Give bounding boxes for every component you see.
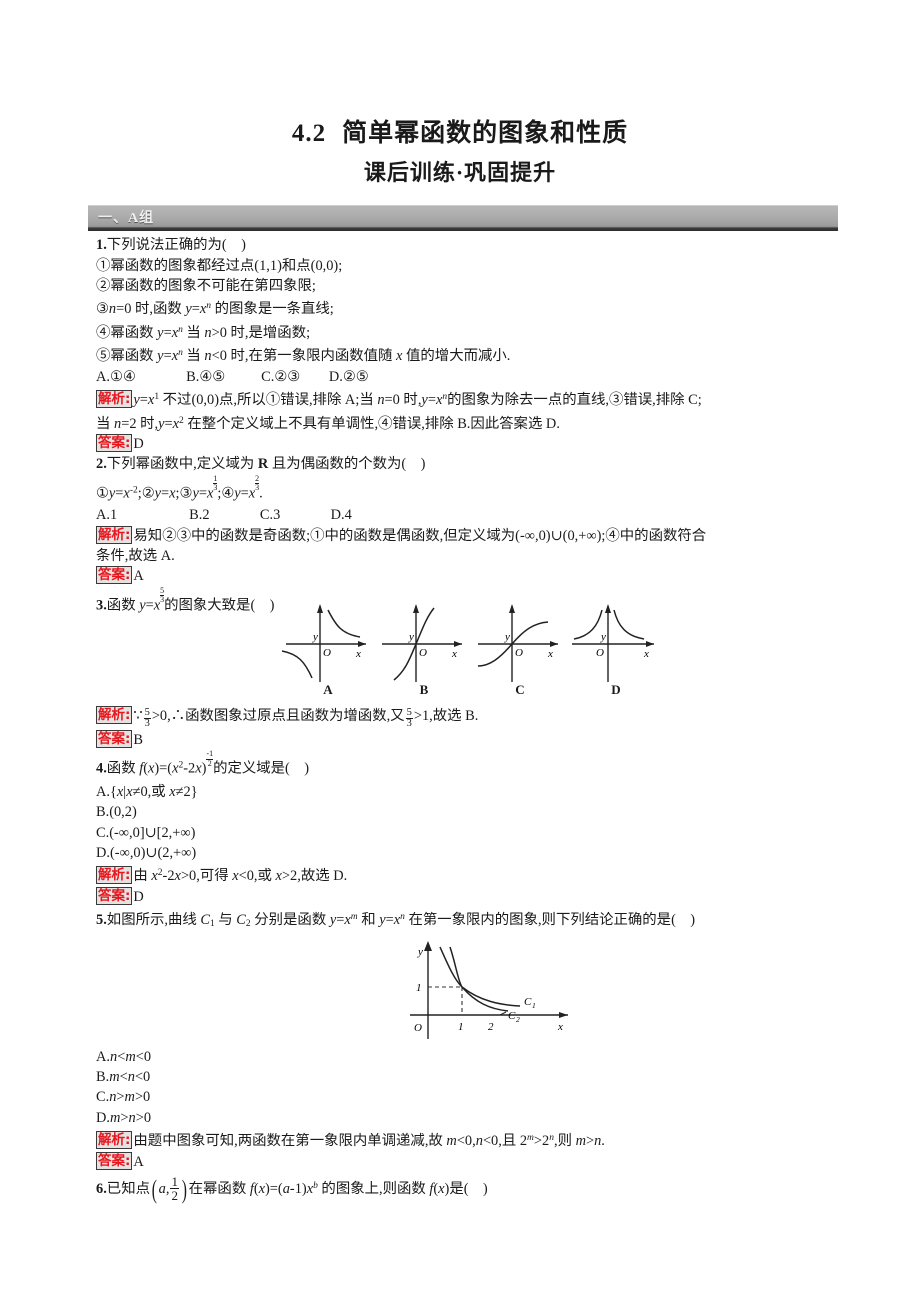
question-5-stem: 5.如图所示,曲线 C1 与 C2 分别是函数 y=xm 和 y=xn 在第一象… [96, 912, 696, 930]
page-title-block: 4.2 简单幂函数的图象和性质 课后训练·巩固提升 [0, 0, 920, 187]
svg-text:O: O [515, 647, 523, 659]
question-4-option-d: D.(-∞,0)∪(2,+∞) [96, 844, 197, 861]
question-3-answer: 答案: B [96, 729, 842, 750]
question-1-number: 1. [96, 237, 107, 254]
question-5-answer: 答案: A [96, 1151, 842, 1172]
svg-text:y: y [312, 631, 318, 643]
figure-option-c-label: C [515, 681, 525, 697]
question-4-answer-value: D [133, 888, 144, 905]
answer-label: 答案: [96, 1151, 133, 1170]
svg-text:O: O [596, 647, 604, 659]
svg-text:x: x [355, 648, 361, 660]
svg-text:x: x [557, 1021, 563, 1033]
graph-question-5: 1 1 2 O y x C 1 C 2 [410, 940, 568, 1039]
question-4-option-a: A.{x|x≠0,或 x≠2} [96, 783, 198, 800]
exercise-page: 4.2 简单幂函数的图象和性质 课后训练·巩固提升 一、A组 1.下列说法正确的为… [0, 0, 920, 1302]
figure-option-a: y O x A [280, 596, 376, 700]
analysis-label: 解析: [96, 1131, 133, 1150]
question-4-stem: 4.函数 f(x)=(x2-2x) -1 2 的定义域是( ) [96, 749, 310, 777]
question-1-item-3: ③n=0 时,函数 y=xn 的图象是一条直线; [96, 301, 334, 318]
question-6-stem: 6.已知点(a, 1 2) 在幂函数 f(x)=(a-1)xb 的图象上,则函数 f(… [96, 1174, 488, 1204]
figure-option-a-label: A [323, 681, 333, 697]
question-6-number: 6. [96, 1181, 107, 1198]
question-1-options: A.①④ B.④⑤ C.②③ D.②⑤ [96, 368, 369, 385]
question-4-analysis: 解析: 由 x2-2x>0,可得 x<0,或 x>2,故选 D. [96, 866, 348, 885]
analysis-label: 解析: [96, 866, 133, 885]
analysis-label: 解析: [96, 525, 133, 544]
question-5-option-b: B.m<n<0 [96, 1069, 151, 1085]
svg-text:2: 2 [516, 1015, 520, 1024]
question-3-answer-value: B [133, 731, 144, 748]
svg-text:1: 1 [416, 982, 422, 994]
exercise-content: 1.下列说法正确的为( ) ①幂函数的图象都经过点(1,1)和点(0,0); ②… [96, 235, 842, 1203]
answer-label: 答案: [96, 729, 133, 748]
figure-option-b-label: B [419, 681, 429, 697]
question-5-analysis: 解析: 由题中图象可知,两函数在第一象限内单调递减,故 m<0,n<0,且 2m>… [96, 1131, 605, 1150]
question-1-item-4: ④幂函数 y=xn 当 n>0 时,是增函数; [96, 324, 311, 341]
figure-option-b: y O x B [376, 596, 472, 700]
section-number: 4.2 [291, 120, 327, 147]
figure-option-d-label: D [611, 681, 621, 697]
svg-text:O: O [414, 1022, 422, 1034]
question-2-answer: 答案: A [96, 566, 842, 586]
question-1-answer-value: D [133, 435, 144, 452]
question-1-stem: 1.下列说法正确的为( ) [96, 237, 246, 254]
question-2-options: A.1 B.2 C.3 D.4 [96, 507, 352, 524]
question-1-analysis: 解析: y=x1 不过(0,0)点,所以①错误,排除 A;当 n=0 时,y=xn… [96, 390, 702, 432]
graph-option-b: y O x [382, 604, 462, 683]
page-subtitle: 课后训练·巩固提升 [363, 160, 557, 186]
question-1-item-1: ①幂函数的图象都经过点(1,1)和点(0,0); [96, 257, 343, 274]
question-3-figures: y O x A y O x B y O x C y O x D [96, 596, 842, 704]
figure-option-c: y O x C [472, 596, 568, 700]
question-4-number: 4. [96, 760, 107, 777]
analysis-label: 解析: [96, 706, 133, 725]
svg-text:y: y [504, 631, 510, 643]
question-4-option-c: C.(-∞,0]∪[2,+∞) [96, 824, 196, 841]
question-1-item-2: ②幂函数的图象不可能在第四象限; [96, 278, 316, 295]
analysis-label: 解析: [96, 390, 133, 409]
svg-text:2: 2 [488, 1021, 494, 1033]
question-1-item-5: ⑤幂函数 y=xn 当 n<0 时,在第一象限内函数值随 x 值的增大而减小. [96, 348, 511, 365]
svg-text:O: O [419, 647, 427, 659]
svg-text:1: 1 [458, 1021, 464, 1033]
question-5-answer-value: A [133, 1153, 144, 1170]
section-title: 简单幂函数的图象和性质 [342, 120, 629, 147]
answer-label: 答案: [96, 886, 133, 905]
question-5-option-a: A.n<m<0 [96, 1048, 152, 1065]
question-3-analysis: 解析: ∵ 5 3 >0,∴函数图象过原点且函数为增函数,又 5 3 >1,故选 B. [96, 706, 479, 730]
question-2-items: ①y=x-2;②y=x;③y=x 1 3 ;④y=x 2 3. [96, 473, 263, 502]
question-2-answer-value: A [133, 568, 144, 585]
svg-text:O: O [323, 647, 331, 659]
question-2-stem: 2.下列幂函数中,定义域为 R 且为偶函数的个数为( ) [96, 456, 426, 473]
question-5-number: 5. [96, 912, 107, 929]
svg-text:y: y [408, 631, 414, 643]
svg-text:C: C [508, 1010, 516, 1022]
question-2-number: 2. [96, 456, 107, 473]
svg-text:C: C [524, 996, 532, 1008]
question-1-answer: 答案: D [96, 433, 842, 454]
group-header-bar: 一、A组 [88, 205, 838, 232]
svg-text:x: x [547, 648, 553, 660]
page-title: 4.2 简单幂函数的图象和性质 [0, 118, 920, 149]
svg-text:x: x [643, 648, 649, 660]
question-4-option-b: B.(0,2) [96, 804, 137, 821]
svg-text:y: y [600, 631, 606, 643]
question-5-option-c: C.n>m>0 [96, 1089, 151, 1106]
question-5-option-d: D.m>n>0 [96, 1109, 152, 1126]
question-4-answer: 答案: D [96, 886, 842, 907]
figure-option-d: y O x D [568, 596, 664, 700]
svg-text:1: 1 [532, 1001, 536, 1010]
graph-option-a: y O x [281, 604, 366, 683]
question-2-analysis: 解析: 易知②③中的函数是奇函数;①中的函数是偶函数,但定义域为(-∞,0)∪(0… [96, 525, 707, 565]
svg-text:x: x [451, 648, 457, 660]
group-header-label: 一、A组 [98, 211, 155, 227]
answer-label: 答案: [96, 433, 133, 452]
graph-option-c: y O x [477, 604, 558, 683]
question-5-figure: 1 1 2 O y x C 1 C 2 [96, 935, 842, 1047]
graph-option-d: y O x [572, 604, 654, 683]
svg-text:y: y [417, 946, 423, 958]
answer-label: 答案: [96, 566, 133, 585]
